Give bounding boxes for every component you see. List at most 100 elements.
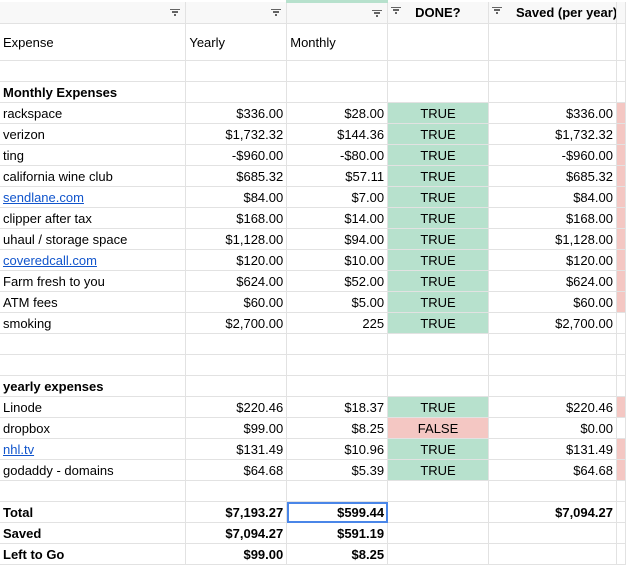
empty-cell[interactable] — [387, 480, 489, 502]
done-flag[interactable]: TRUE — [387, 459, 489, 481]
saved-value[interactable]: $336.00 — [488, 102, 617, 124]
empty-cell[interactable] — [286, 333, 389, 355]
overflow-cell[interactable] — [616, 228, 626, 250]
section-title[interactable]: Monthly Expenses — [0, 81, 187, 103]
expense-name[interactable]: uhaul / storage space — [0, 228, 187, 250]
column-label-yearly[interactable]: Yearly — [185, 23, 288, 61]
header-cell-col_c[interactable] — [286, 0, 389, 24]
column-label-monthly[interactable]: Monthly — [286, 23, 389, 61]
header-cell-col_a[interactable] — [0, 1, 187, 24]
filter-icon[interactable] — [372, 10, 383, 18]
empty-cell[interactable] — [387, 333, 489, 355]
monthly-value[interactable]: $10.96 — [286, 438, 389, 460]
monthly-value[interactable]: 225 — [286, 312, 389, 334]
left-yearly[interactable]: $99.00 — [185, 543, 288, 565]
yearly-value[interactable]: $1,128.00 — [185, 228, 288, 250]
done-flag[interactable]: TRUE — [387, 291, 489, 313]
section-title[interactable]: yearly expenses — [0, 375, 187, 397]
total-monthly[interactable]: $599.44 — [286, 501, 389, 523]
total-label[interactable]: Total — [0, 501, 187, 523]
empty-cell[interactable] — [0, 60, 187, 82]
overflow-cell[interactable] — [616, 102, 626, 124]
monthly-value[interactable]: $10.00 — [286, 249, 389, 271]
header-cell-col_d[interactable]: DONE? — [387, 1, 489, 24]
empty-cell[interactable] — [185, 480, 288, 502]
empty-cell[interactable] — [286, 81, 389, 103]
expense-name[interactable]: coveredcall.com — [0, 249, 187, 271]
yearly-value[interactable]: $168.00 — [185, 207, 288, 229]
empty-cell[interactable] — [0, 480, 187, 502]
empty-cell[interactable] — [387, 60, 489, 82]
expense-name[interactable]: sendlane.com — [0, 186, 187, 208]
monthly-value[interactable]: $8.25 — [286, 417, 389, 439]
monthly-value[interactable]: $5.00 — [286, 291, 389, 313]
empty-cell[interactable] — [488, 375, 617, 397]
empty-cell[interactable] — [488, 333, 617, 355]
done-flag[interactable]: TRUE — [387, 165, 489, 187]
saved-value[interactable]: -$960.00 — [488, 144, 617, 166]
empty-cell[interactable] — [286, 480, 389, 502]
empty-cell[interactable] — [488, 60, 617, 82]
done-flag[interactable]: TRUE — [387, 207, 489, 229]
done-flag[interactable]: TRUE — [387, 312, 489, 334]
yearly-value[interactable]: $1,732.32 — [185, 123, 288, 145]
empty-cell[interactable] — [616, 543, 626, 565]
expense-name[interactable]: Farm fresh to you — [0, 270, 187, 292]
saved-label[interactable]: Saved — [0, 522, 187, 544]
empty-cell[interactable] — [387, 23, 489, 61]
cell-link[interactable]: nhl.tv — [3, 442, 34, 457]
expense-name[interactable]: verizon — [0, 123, 187, 145]
overflow-cell[interactable] — [616, 270, 626, 292]
yearly-value[interactable]: $624.00 — [185, 270, 288, 292]
empty-cell[interactable] — [616, 60, 626, 82]
empty-cell[interactable] — [616, 81, 626, 103]
expense-name[interactable]: ting — [0, 144, 187, 166]
saved-value[interactable]: $685.32 — [488, 165, 617, 187]
empty-cell[interactable] — [286, 375, 389, 397]
done-flag[interactable]: TRUE — [387, 228, 489, 250]
total-saved[interactable]: $7,094.27 — [488, 501, 617, 523]
empty-cell[interactable] — [185, 354, 288, 376]
done-flag[interactable]: TRUE — [387, 396, 489, 418]
overflow-cell[interactable] — [616, 291, 626, 313]
header-cell-col_f[interactable] — [616, 1, 626, 24]
yearly-value[interactable]: $131.49 — [185, 438, 288, 460]
empty-cell[interactable] — [616, 354, 626, 376]
saved-value[interactable]: $64.68 — [488, 459, 617, 481]
overflow-cell[interactable] — [616, 207, 626, 229]
monthly-value[interactable]: $5.39 — [286, 459, 389, 481]
monthly-value[interactable]: -$80.00 — [286, 144, 389, 166]
empty-cell[interactable] — [488, 543, 617, 565]
header-cell-col_e[interactable]: Saved (per year) — [488, 1, 617, 24]
empty-cell[interactable] — [185, 60, 288, 82]
expense-name[interactable]: rackspace — [0, 102, 187, 124]
saved-value[interactable]: $624.00 — [488, 270, 617, 292]
monthly-value[interactable]: $57.11 — [286, 165, 389, 187]
overflow-cell[interactable] — [616, 312, 626, 334]
overflow-cell[interactable] — [616, 396, 626, 418]
overflow-cell[interactable] — [616, 123, 626, 145]
empty-cell[interactable] — [185, 375, 288, 397]
empty-cell[interactable] — [185, 333, 288, 355]
monthly-value[interactable]: $14.00 — [286, 207, 389, 229]
done-flag[interactable]: TRUE — [387, 438, 489, 460]
overflow-cell[interactable] — [616, 144, 626, 166]
empty-cell[interactable] — [616, 480, 626, 502]
done-flag[interactable]: TRUE — [387, 144, 489, 166]
expense-name[interactable]: smoking — [0, 312, 187, 334]
done-flag[interactable]: TRUE — [387, 102, 489, 124]
overflow-cell[interactable] — [616, 438, 626, 460]
overflow-cell[interactable] — [616, 165, 626, 187]
filter-icon[interactable] — [391, 6, 402, 15]
done-flag[interactable]: TRUE — [387, 249, 489, 271]
saved-yearly[interactable]: $7,094.27 — [185, 522, 288, 544]
empty-cell[interactable] — [488, 81, 617, 103]
empty-cell[interactable] — [616, 333, 626, 355]
done-flag[interactable]: FALSE — [387, 417, 489, 439]
monthly-value[interactable]: $144.36 — [286, 123, 389, 145]
left-monthly[interactable]: $8.25 — [286, 543, 389, 565]
yearly-value[interactable]: $2,700.00 — [185, 312, 288, 334]
total-yearly[interactable]: $7,193.27 — [185, 501, 288, 523]
saved-value[interactable]: $1,128.00 — [488, 228, 617, 250]
expense-name[interactable]: dropbox — [0, 417, 187, 439]
